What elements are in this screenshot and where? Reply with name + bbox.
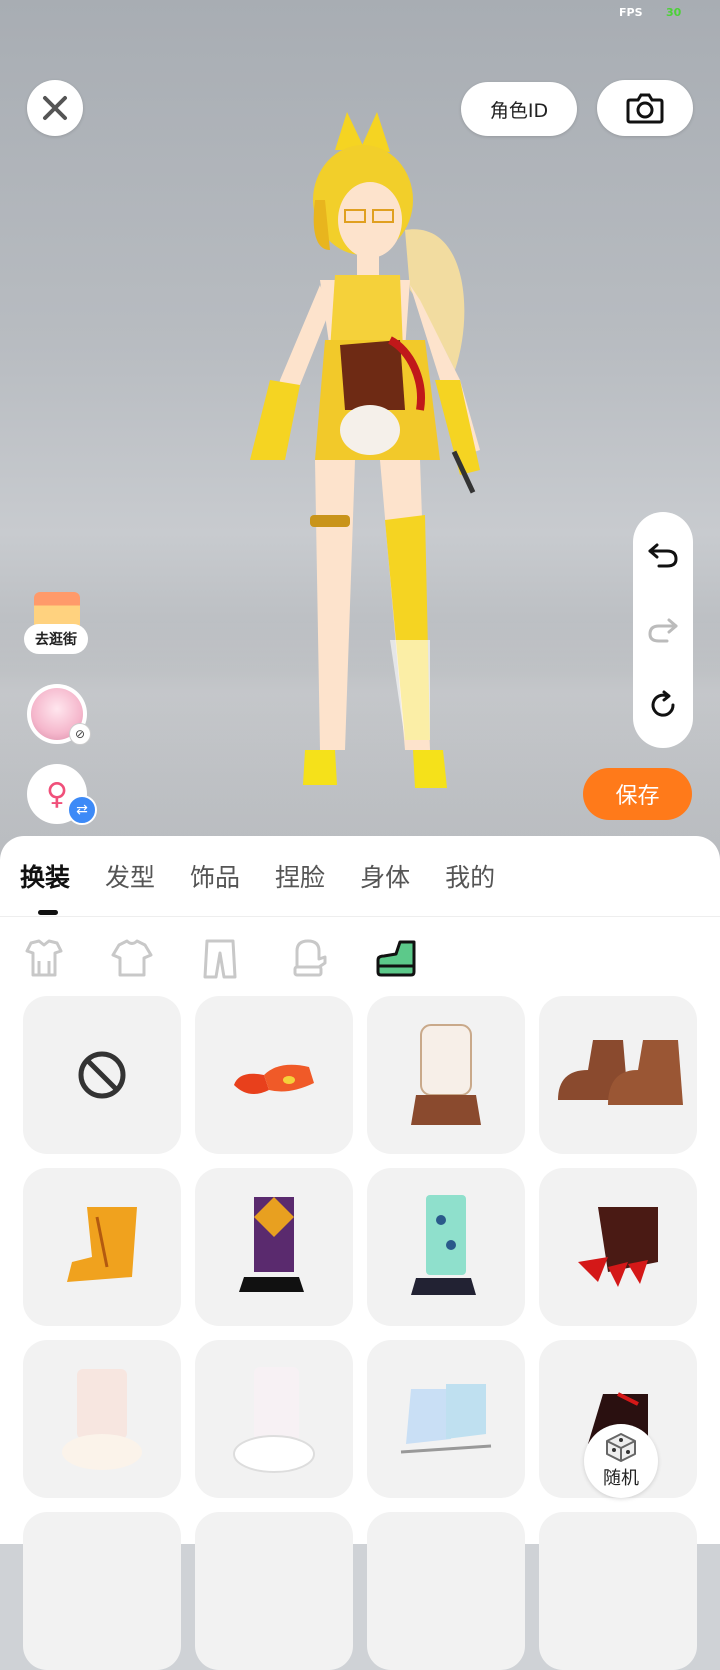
outfit-icon [25,939,63,977]
subcategory-bar [20,934,460,982]
item-shoe[interactable] [23,1168,181,1326]
dice-icon [606,1433,636,1462]
category-tabs: 换装 发型 饰品 捏脸 身体 我的 [20,856,530,900]
fluffy-brown-boots [411,1024,481,1125]
undo-button[interactable] [643,535,683,575]
tab-mine[interactable]: 我的 [445,856,495,900]
item-shoe[interactable] [23,1340,181,1498]
item-more[interactable] [367,1512,525,1670]
item-shoe[interactable] [367,1340,525,1498]
item-none[interactable] [23,996,181,1154]
pants-icon [203,939,237,979]
item-more[interactable] [195,1512,353,1670]
undo-icon [648,543,678,568]
tab-face[interactable]: 捏脸 [275,856,325,900]
random-label: 随机 [603,1468,639,1489]
item-shoe[interactable] [539,1168,697,1326]
reset-icon [651,690,675,717]
yellow-boots [67,1207,137,1282]
close-button[interactable] [27,80,83,136]
item-shoe[interactable] [195,996,353,1154]
shop-label: 去逛街 [24,624,88,654]
item-more[interactable] [539,1512,697,1670]
role-id-button[interactable]: 角色ID [461,82,577,136]
item-shoe[interactable] [367,1168,525,1326]
top-icon [111,939,153,977]
history-panel [633,512,693,748]
argyle-socks-shoes [239,1197,304,1292]
camera-button[interactable] [597,80,693,136]
subcat-gloves[interactable] [284,934,332,982]
shoes-icon [376,940,416,977]
item-more[interactable] [23,1512,181,1670]
camera-icon [626,93,664,124]
tab-outfit[interactable]: 换装 [20,856,70,900]
save-button[interactable]: 保存 [583,768,692,820]
tab-indicator [38,910,58,915]
redo-icon [648,618,678,643]
swap-icon: ⇄ [67,795,97,825]
tab-body[interactable]: 身体 [360,856,410,900]
holo-ice-skates [400,1384,492,1454]
item-shoe[interactable] [539,996,697,1154]
item-shoe[interactable] [195,1340,353,1498]
item-shoe[interactable] [195,1168,353,1326]
item-shoe[interactable] [367,996,525,1154]
subcat-top[interactable] [108,934,156,982]
red-claw-boots [578,1207,658,1287]
divider [0,916,720,917]
fps-label: FPS [619,6,643,19]
white-bunny-slippers [233,1366,315,1473]
red-flat-shoes [234,1064,314,1094]
gloves-icon [293,939,327,977]
character-model [250,112,480,788]
mint-socks-shoes [411,1194,476,1295]
none-icon [78,1051,126,1099]
close-icon [43,96,67,120]
subcat-pants[interactable] [196,934,244,982]
brown-paw-boots [558,1040,683,1105]
tab-accessories[interactable]: 饰品 [190,856,240,900]
reset-button[interactable] [643,685,683,725]
random-button[interactable]: 随机 [584,1424,658,1498]
item-grid [23,996,699,1670]
avatar-badge-icon: ⊘ [69,723,91,745]
redo-button[interactable] [643,610,683,650]
female-icon: ♀ [46,776,68,812]
shop-button[interactable]: 去逛街 [24,592,88,662]
subcat-shoes[interactable] [372,934,420,982]
subcat-outfit[interactable] [20,934,68,982]
fps-value: 30 [666,6,682,19]
tab-hairstyle[interactable]: 发型 [105,856,155,900]
pink-bunny-slippers [62,1369,142,1470]
